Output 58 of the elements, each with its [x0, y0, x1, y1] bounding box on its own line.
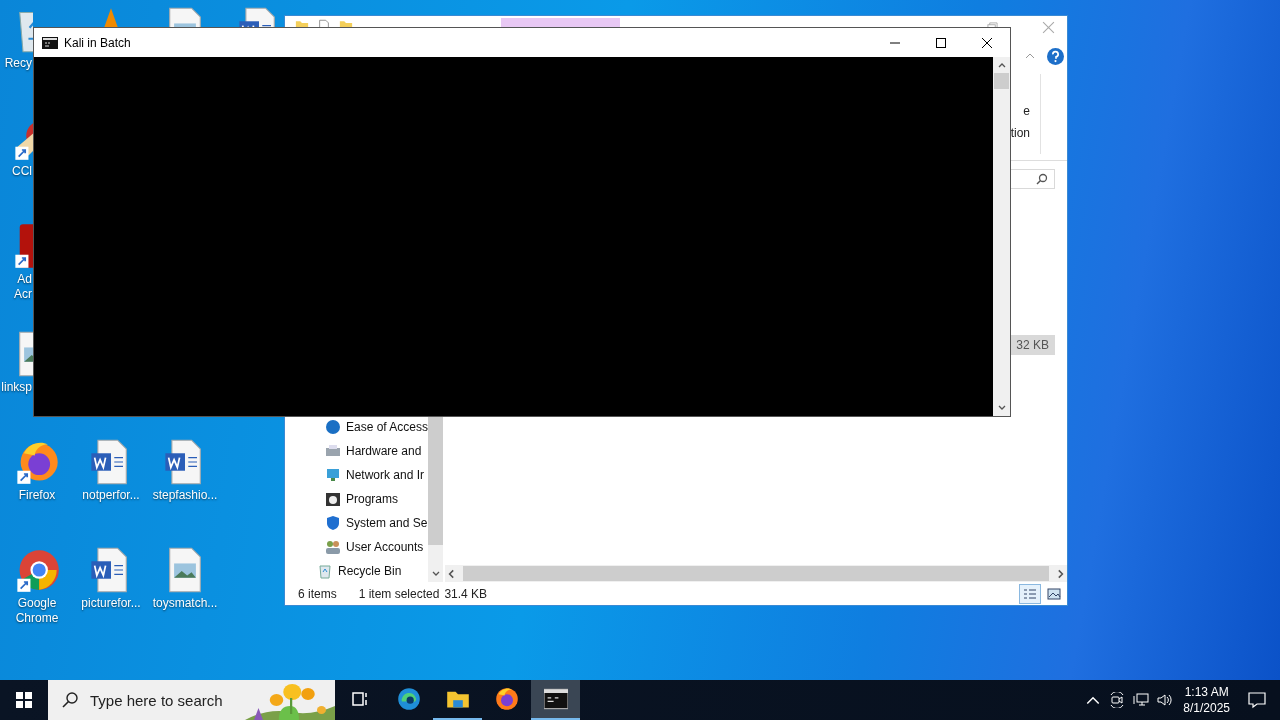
selection-count: 1 item selected	[358, 586, 440, 601]
nav-item[interactable]: User Accounts	[285, 538, 429, 556]
desktop-icon-label: Google	[17, 596, 57, 611]
maximize-icon	[935, 36, 947, 49]
terminal-icon	[543, 687, 568, 711]
firefox-icon	[494, 687, 519, 711]
search-icon	[62, 692, 78, 708]
desktop-icon-label: Chrome	[15, 611, 59, 626]
item-count: 6 items	[298, 586, 337, 601]
nav-item[interactable]: Programs	[285, 490, 429, 508]
desktop-icon-label: linksp	[1, 380, 32, 395]
desktop-icon-label: CCl	[12, 164, 32, 179]
terminal-taskbar-button[interactable]	[531, 680, 580, 720]
browser-icon	[396, 687, 421, 711]
network-icon[interactable]	[1133, 692, 1150, 708]
clock[interactable]: 1:13 AM 8/1/2025	[1183, 684, 1230, 716]
desktop-icon-label: Ad	[17, 272, 32, 287]
ribbon-label[interactable]: e	[1023, 100, 1030, 122]
camera-icon[interactable]	[1109, 692, 1126, 708]
nav-item[interactable]: Recycle Bin	[285, 562, 429, 580]
selection-size: 31.4 KB	[444, 586, 488, 601]
globe-icon	[325, 419, 341, 435]
windows-logo-icon	[16, 692, 32, 708]
ribbon-label[interactable]: tion	[1010, 122, 1030, 144]
scrollbar[interactable]	[445, 565, 1067, 582]
nav-item[interactable]: System and Se	[285, 514, 429, 532]
desktop-icon-label: Acr	[14, 287, 32, 302]
monitor-icon	[325, 467, 341, 483]
terminal-icon	[42, 36, 58, 49]
scrollbar-thumb[interactable]	[428, 417, 444, 545]
volume-icon[interactable]	[1157, 692, 1174, 708]
nav-item[interactable]: Network and Ir	[285, 466, 429, 484]
printer-icon	[325, 443, 341, 459]
search-field[interactable]: Type here to search	[90, 691, 240, 709]
window-title: Kali in Batch	[64, 35, 131, 50]
task-view-icon	[349, 689, 370, 709]
recycle-bin-icon	[317, 563, 333, 579]
scrollbar[interactable]	[993, 57, 1010, 416]
list-view-icon	[1023, 587, 1037, 600]
search-icon	[1036, 173, 1048, 185]
shield-icon	[325, 515, 341, 531]
desktop-icon-label: Recy	[4, 56, 32, 71]
help-icon[interactable]	[1047, 47, 1064, 65]
desktop-icon-label: notperfor...	[82, 488, 140, 503]
desktop-icon-label: Firefox	[18, 488, 56, 503]
close-icon	[981, 36, 993, 49]
nav-item[interactable]: Ease of Access	[285, 418, 429, 436]
scrollbar-thumb[interactable]	[994, 73, 1009, 89]
desktop-icon-label: stepfashio...	[152, 488, 218, 503]
scrollbar[interactable]	[428, 417, 444, 582]
file-size-cell[interactable]: 32 KB	[1010, 335, 1055, 355]
nav-item[interactable]: Hardware and	[285, 442, 429, 460]
people-icon	[325, 539, 341, 555]
scrollbar-thumb[interactable]	[463, 566, 1049, 581]
image-icon	[1047, 587, 1061, 600]
notification-icon[interactable]	[1248, 691, 1266, 709]
desktop-icon-label: toysmatch...	[152, 596, 218, 611]
desktop-icon-label: picturefor...	[81, 596, 141, 611]
